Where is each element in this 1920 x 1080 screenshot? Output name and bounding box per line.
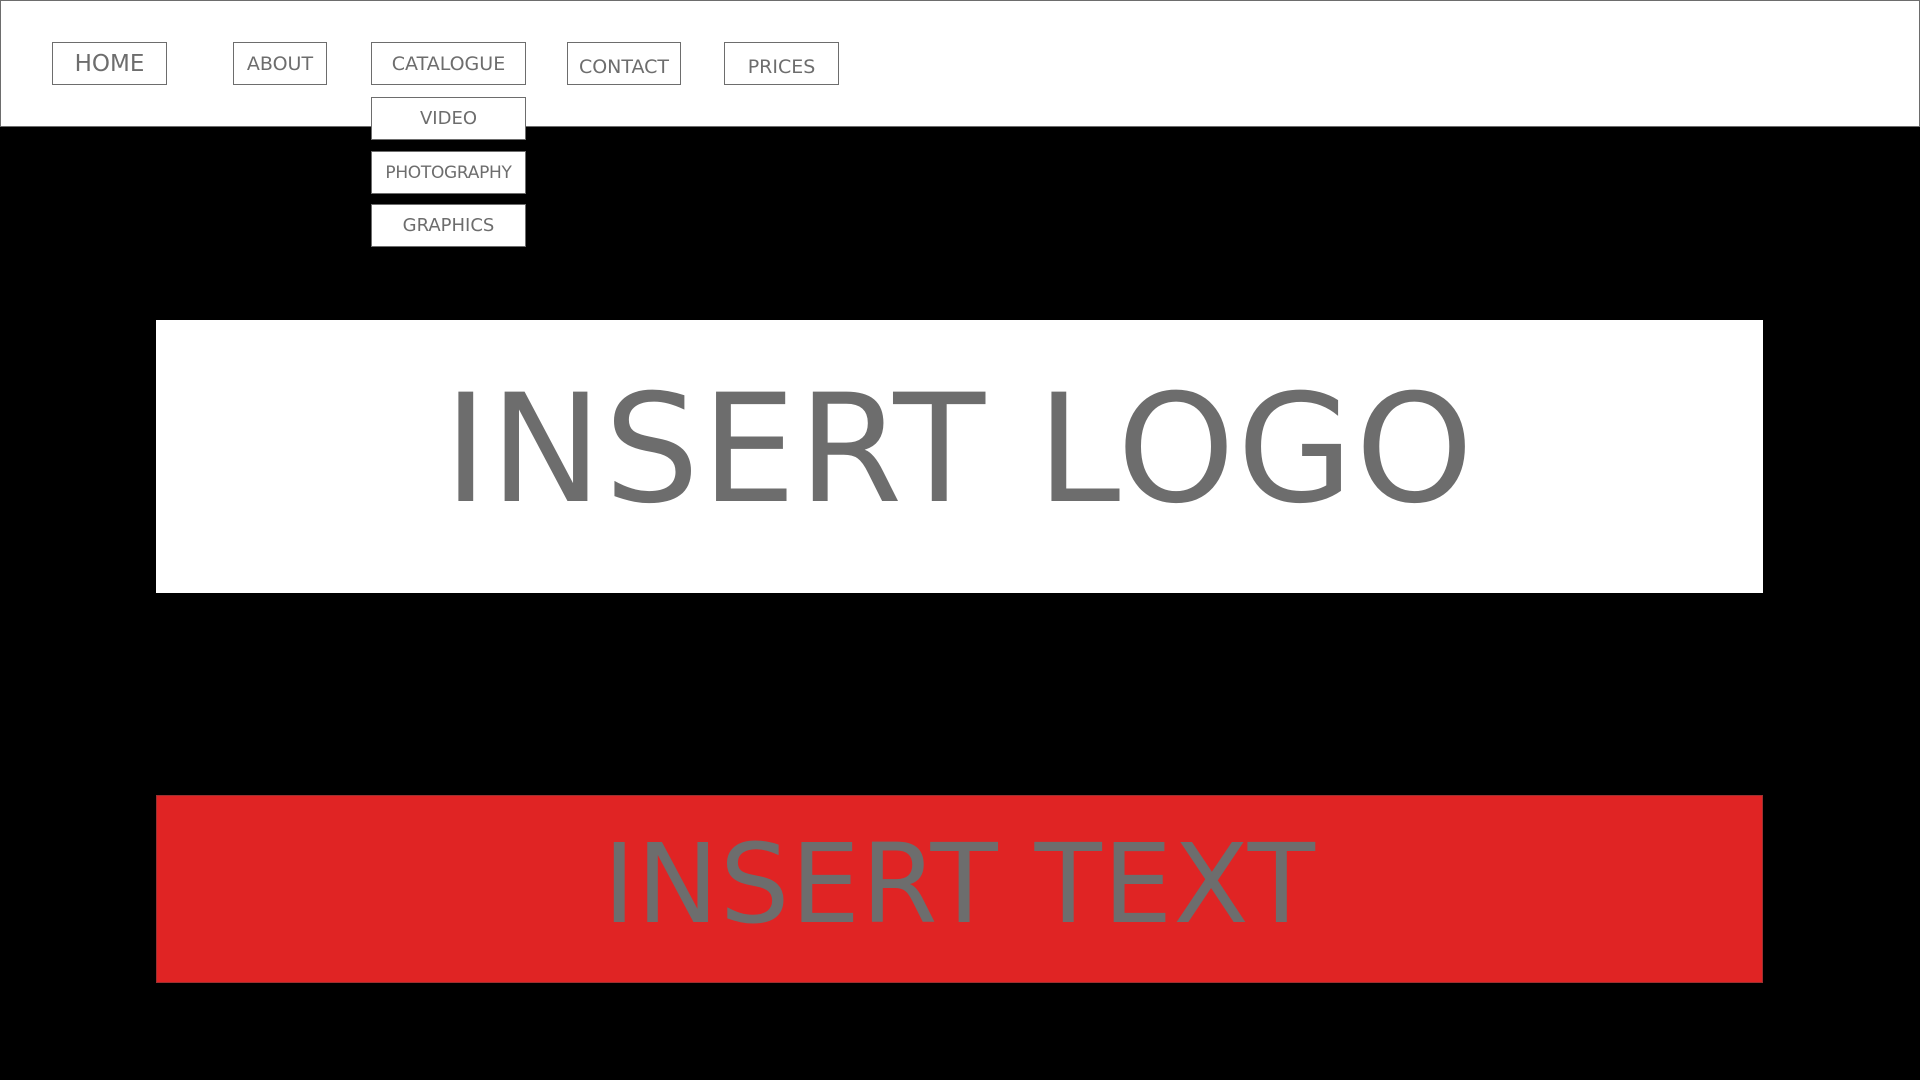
catalogue-dropdown-item-video[interactable]: VIDEO [371, 97, 526, 140]
logo-placeholder-box: INSERT LOGO [156, 320, 1763, 593]
text-placeholder-label: INSERT TEXT [603, 820, 1316, 948]
catalogue-dropdown-item-graphics[interactable]: GRAPHICS [371, 204, 526, 247]
nav-about-button[interactable]: ABOUT [233, 42, 327, 85]
nav-contact-button[interactable]: CONTACT [567, 42, 681, 85]
catalogue-dropdown-item-photography[interactable]: PHOTOGRAPHY [371, 151, 526, 194]
nav-prices-button[interactable]: PRICES [724, 42, 839, 85]
text-placeholder-banner: INSERT TEXT [156, 795, 1763, 983]
nav-home-button[interactable]: HOME [52, 42, 167, 85]
nav-catalogue-button[interactable]: CATALOGUE [371, 42, 526, 85]
logo-placeholder-text: INSERT LOGO [443, 362, 1476, 537]
page: HOME ABOUT CATALOGUE CONTACT PRICES VIDE… [0, 0, 1920, 1080]
